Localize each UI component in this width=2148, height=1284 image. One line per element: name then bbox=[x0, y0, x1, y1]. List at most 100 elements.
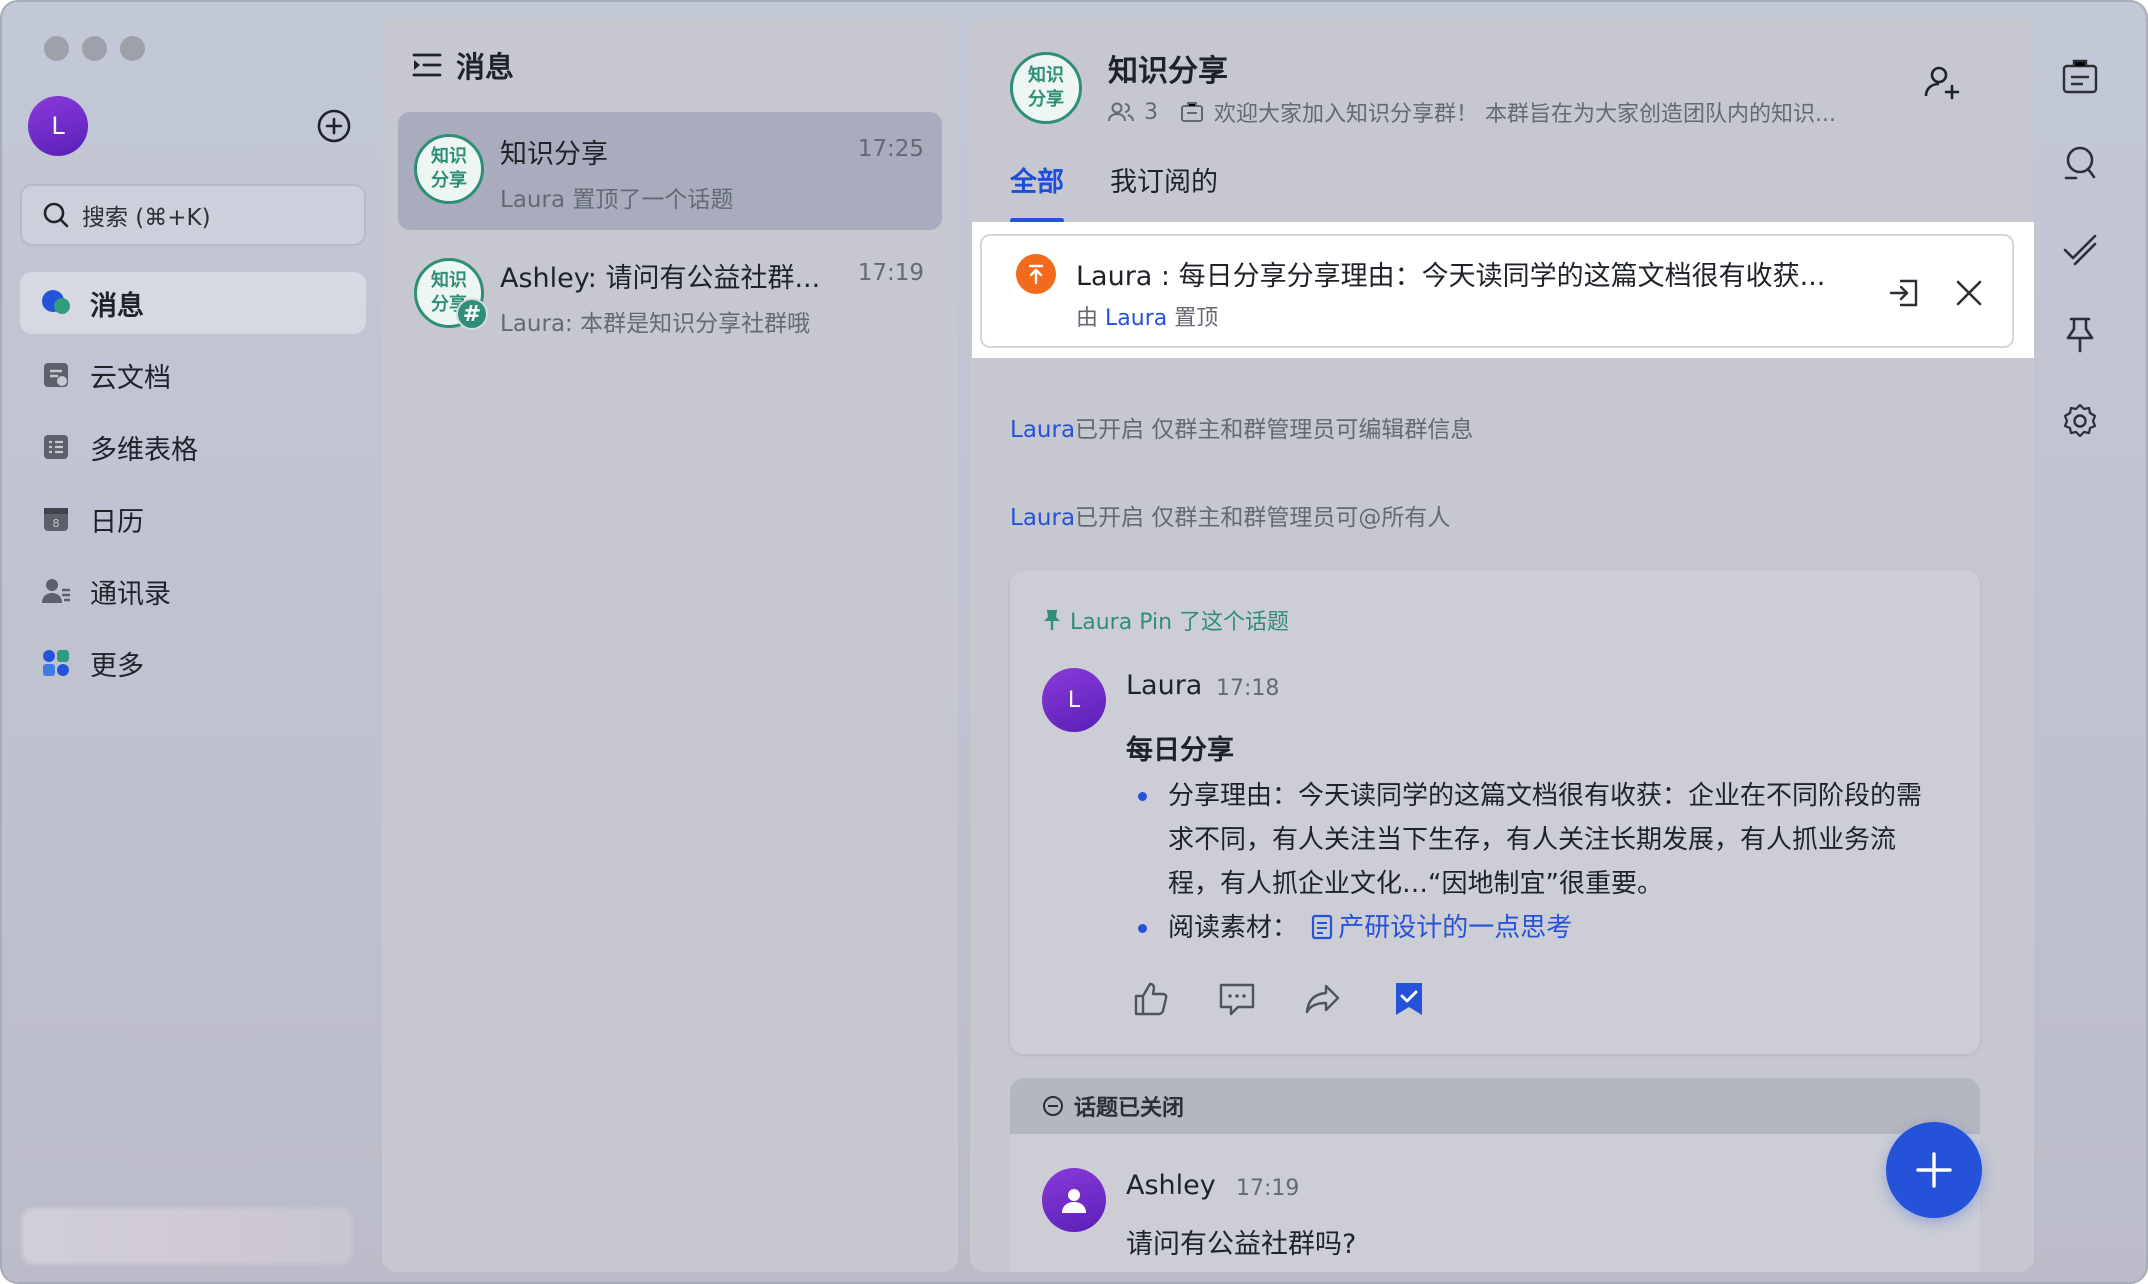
pin-icon[interactable] bbox=[2061, 316, 2099, 354]
system-message-text: 已开启 仅群主和群管理员可编辑群信息 bbox=[1075, 417, 1474, 443]
closed-topic-card[interactable]: 话题已关闭 Ashley 17:19 请问有公益社群吗? bbox=[1010, 1078, 1980, 1272]
tab-subscribed[interactable]: 我订阅的 bbox=[1110, 160, 1218, 199]
add-circle-icon[interactable] bbox=[316, 108, 352, 144]
members-icon[interactable] bbox=[1108, 101, 1134, 123]
topic-card[interactable]: Laura Pin 了这个话题 L Laura 17:18 每日分享 分享理由：… bbox=[1010, 570, 1980, 1054]
sidebar-item-label: 多维表格 bbox=[90, 434, 198, 466]
pinned-topic-text: Laura : 每日分享分享理由：今天读同学的这篇文档很有收获... bbox=[1076, 261, 1826, 292]
system-message: Laura已开启 仅群主和群管理员可@所有人 bbox=[1010, 498, 1450, 532]
chat-preview: Laura 置顶了一个话题 bbox=[500, 187, 734, 213]
chat-time: 17:19 bbox=[857, 260, 924, 286]
person-icon bbox=[1062, 1189, 1086, 1213]
pin-icon bbox=[1044, 610, 1060, 630]
message-actions bbox=[1132, 980, 1428, 1018]
chat-main-panel: 知识分享 知识分享 3 欢迎大家加入知识分享群！ 本群旨在为大家创造团队内的知识… bbox=[970, 18, 2034, 1272]
chat-group-avatar[interactable]: 知识分享 bbox=[1010, 52, 1082, 124]
jump-to-icon[interactable] bbox=[1888, 276, 1922, 310]
message-author[interactable]: Laura bbox=[1126, 670, 1202, 701]
sidebar-item-calendar[interactable]: 8 日历 bbox=[20, 488, 366, 550]
avatar[interactable]: L bbox=[1042, 668, 1106, 732]
collapse-menu-icon[interactable] bbox=[412, 51, 442, 79]
right-toolbar bbox=[2048, 58, 2112, 440]
chat-item-knowledge-share[interactable]: 知识分享 知识分享 17:25 Laura 置顶了一个话题 bbox=[398, 112, 942, 230]
search-icon[interactable] bbox=[2061, 144, 2099, 182]
blurred-status-bar bbox=[22, 1208, 352, 1264]
system-message-user[interactable]: Laura bbox=[1010, 417, 1075, 443]
chat-title: 知识分享 bbox=[500, 139, 608, 170]
group-avatar: 知识分享 bbox=[414, 134, 484, 204]
subscribed-bookmark-icon[interactable] bbox=[1390, 980, 1428, 1018]
chat-meta: 3 欢迎大家加入知识分享群！ 本群旨在为大家创造团队内的知识... bbox=[1108, 96, 1836, 128]
group-announcement[interactable]: 欢迎大家加入知识分享群！ 本群旨在为大家创造团队内的知识... bbox=[1214, 96, 1836, 128]
chat-list-title: 消息 bbox=[456, 50, 515, 84]
sidebar-item-bitable[interactable]: 多维表格 bbox=[20, 416, 366, 478]
forward-icon[interactable] bbox=[1304, 980, 1342, 1018]
system-message-user[interactable]: Laura bbox=[1010, 505, 1075, 531]
pinned-topic-banner[interactable]: Laura : 每日分享分享理由：今天读同学的这篇文档很有收获... 由 Lau… bbox=[980, 234, 2014, 348]
bullet-text: 阅读素材： bbox=[1168, 913, 1299, 943]
message-heading: 每日分享 bbox=[1126, 735, 1234, 766]
cloud-doc-icon bbox=[40, 359, 72, 391]
gear-icon[interactable] bbox=[2061, 402, 2099, 440]
message-time: 17:19 bbox=[1236, 1176, 1300, 1201]
sidebar-nav: 消息 云文档 多维表格 8 日历 通讯录 更多 bbox=[20, 272, 366, 704]
comment-icon[interactable] bbox=[1218, 980, 1256, 1018]
sidebar-item-messages[interactable]: 消息 bbox=[20, 272, 366, 334]
pinned-top-icon bbox=[1016, 254, 1056, 294]
pinned-by: 由 Laura 置顶 bbox=[1076, 300, 1218, 332]
table-icon bbox=[40, 431, 72, 463]
sidebar-item-label: 日历 bbox=[90, 506, 144, 538]
message-bullets: 分享理由：今天读同学的这篇文档很有收获：企业在不同阶段的需求不同，有人关注当下生… bbox=[1126, 774, 1936, 950]
list-item: 阅读素材： 产研设计的一点思考 bbox=[1126, 906, 1936, 950]
closed-topic-bar: 话题已关闭 bbox=[1010, 1078, 1980, 1134]
group-avatar-text: 知识分享 bbox=[1028, 65, 1064, 110]
message-text: 请问有公益社群吗? bbox=[1126, 1229, 1357, 1260]
user-avatar[interactable]: L bbox=[28, 96, 88, 156]
sidebar-item-label: 消息 bbox=[90, 290, 144, 322]
tab-all[interactable]: 全部 bbox=[1010, 160, 1064, 223]
sidebar-item-contacts[interactable]: 通讯录 bbox=[20, 560, 366, 622]
avatar[interactable] bbox=[1042, 1168, 1106, 1232]
pinned-by-user[interactable]: Laura bbox=[1105, 306, 1167, 331]
chat-title: 知识分享 bbox=[1108, 54, 1228, 89]
close-icon[interactable] bbox=[1952, 276, 1986, 310]
closed-topic-label: 话题已关闭 bbox=[1074, 1096, 1185, 1121]
member-count[interactable]: 3 bbox=[1144, 100, 1158, 125]
doc-link-text: 产研设计的一点思考 bbox=[1338, 913, 1573, 943]
search-input[interactable]: 搜索 (⌘+K) bbox=[20, 184, 366, 246]
more-apps-icon bbox=[40, 647, 72, 679]
group-avatar-text: 知识分享 bbox=[431, 146, 467, 191]
message-time: 17:18 bbox=[1216, 676, 1280, 701]
topic-group-badge: # bbox=[456, 298, 488, 330]
announcement-board-icon[interactable] bbox=[2061, 58, 2099, 96]
chat-list-header: 消息 bbox=[412, 44, 514, 86]
sidebar-item-label: 云文档 bbox=[90, 362, 171, 394]
calendar-icon: 8 bbox=[40, 503, 72, 535]
chat-item-ashley-topic[interactable]: 知识分享 # Ashley: 请问有公益社群... 17:19 Laura: 本… bbox=[398, 236, 942, 354]
sidebar-item-docs[interactable]: 云文档 bbox=[20, 344, 366, 406]
edit-check-icon[interactable] bbox=[2061, 230, 2099, 268]
message-author[interactable]: Ashley bbox=[1126, 1170, 1216, 1201]
new-topic-button[interactable] bbox=[1886, 1122, 1982, 1218]
topic-pin-note: Laura Pin 了这个话题 bbox=[1042, 604, 1289, 636]
announcement-icon bbox=[1181, 102, 1203, 122]
pinned-by-prefix: 由 bbox=[1076, 306, 1099, 331]
chat-title: Ashley: 请问有公益社群... bbox=[500, 263, 821, 294]
chat-time: 17:25 bbox=[857, 136, 924, 162]
thumbs-up-icon[interactable] bbox=[1132, 980, 1170, 1018]
sidebar-item-more[interactable]: 更多 bbox=[20, 632, 366, 694]
system-message-text: 已开启 仅群主和群管理员可@所有人 bbox=[1075, 505, 1451, 531]
closed-minus-icon bbox=[1043, 1096, 1063, 1116]
chat-list-panel: 消息 知识分享 知识分享 17:25 Laura 置顶了一个话题 知识分享 # … bbox=[382, 18, 958, 1272]
plus-icon bbox=[1916, 1152, 1952, 1188]
document-icon bbox=[1312, 914, 1333, 940]
chat-tabs: 全部 我订阅的 bbox=[1010, 160, 1218, 223]
doc-link[interactable]: 产研设计的一点思考 bbox=[1306, 913, 1572, 943]
app-window: L 搜索 (⌘+K) 消息 云文档 多维表格 8 日历 通讯录 更多 消息 知识… bbox=[0, 0, 2148, 1284]
add-member-icon[interactable] bbox=[1922, 62, 1962, 102]
topic-pin-text: Laura Pin 了这个话题 bbox=[1070, 610, 1290, 635]
chat-bubble-icon bbox=[40, 287, 72, 319]
sidebar-item-label: 通讯录 bbox=[90, 578, 171, 610]
search-icon bbox=[43, 202, 69, 228]
list-item: 分享理由：今天读同学的这篇文档很有收获：企业在不同阶段的需求不同，有人关注当下生… bbox=[1126, 774, 1936, 906]
